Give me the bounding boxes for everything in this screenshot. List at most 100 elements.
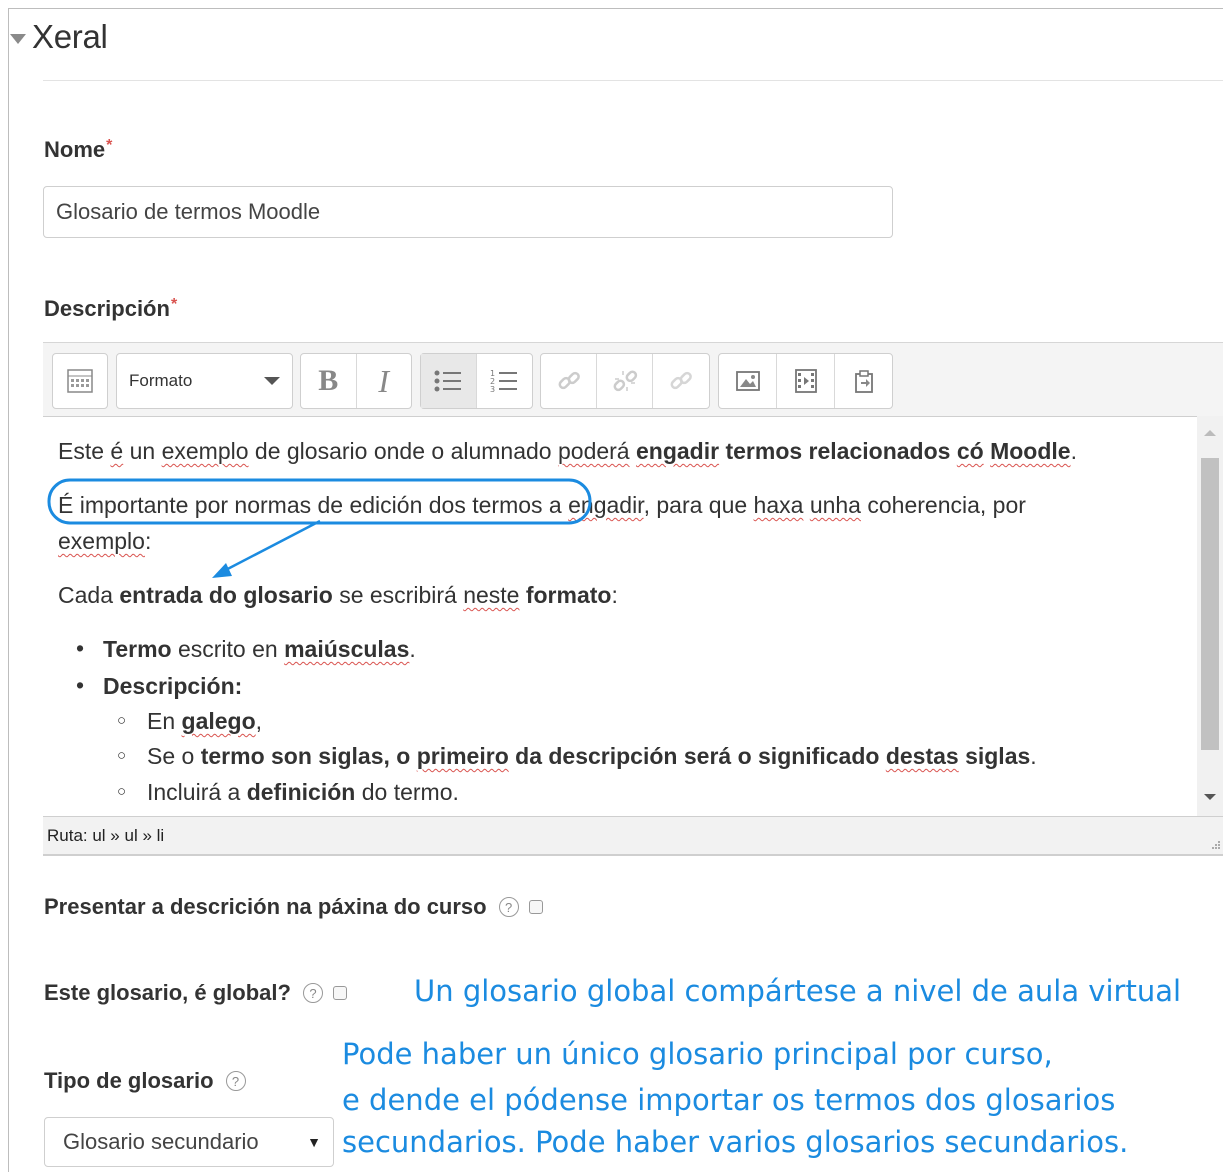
toolbar-toggle-group bbox=[52, 353, 108, 409]
manage-files-icon bbox=[854, 370, 873, 393]
editor-scrollbar[interactable] bbox=[1197, 416, 1223, 816]
editor-toolbar: Formato B I 123 bbox=[43, 342, 1223, 416]
media-icon bbox=[794, 369, 817, 393]
text-run: . bbox=[1070, 438, 1077, 464]
text-run: maiúsculas bbox=[284, 636, 410, 662]
text-run: É importante por normas de edición dos t… bbox=[58, 492, 543, 518]
global-glossary-checkbox[interactable] bbox=[332, 986, 347, 1000]
scroll-down-arrow-icon[interactable] bbox=[1204, 794, 1216, 800]
text-run: . bbox=[1030, 743, 1037, 769]
required-marker: * bbox=[170, 296, 178, 313]
resize-handle-icon[interactable] bbox=[1209, 840, 1221, 852]
unordered-list-icon bbox=[434, 370, 462, 392]
list-item: Termo escrito en maiúsculas. bbox=[103, 632, 416, 666]
list-group: 123 bbox=[420, 353, 533, 409]
text-run: exemplo bbox=[58, 528, 145, 554]
unordered-list-button[interactable] bbox=[421, 354, 477, 408]
show-description-label: Presentar a descrición na páxina do curs… bbox=[44, 894, 487, 919]
italic-button[interactable]: I bbox=[357, 354, 412, 408]
scroll-up-arrow-icon[interactable] bbox=[1204, 430, 1216, 436]
text-run: En bbox=[147, 708, 182, 734]
element-path-bar: Ruta: ul » ul » li bbox=[43, 816, 1223, 856]
section-header-general[interactable]: Xeral bbox=[10, 18, 108, 56]
list-item: Se o termo son siglas, o primeiro da des… bbox=[147, 739, 1037, 773]
link-icon bbox=[558, 371, 580, 390]
insert-image-button[interactable] bbox=[719, 354, 777, 408]
glossary-type-selected: Glosario secundario bbox=[63, 1129, 259, 1154]
text-run: Se o bbox=[147, 743, 201, 769]
ordered-list-button[interactable]: 123 bbox=[477, 354, 533, 408]
text-run: Termo bbox=[103, 636, 172, 662]
text-run: un bbox=[123, 438, 162, 464]
bullet-circle: ○ bbox=[117, 747, 127, 764]
bullet-disc: • bbox=[76, 635, 85, 661]
image-icon bbox=[735, 371, 760, 391]
text-run: galego bbox=[181, 708, 256, 734]
toolbar-toggle-icon bbox=[67, 369, 93, 393]
italic-icon: I bbox=[378, 362, 390, 399]
manage-files-button[interactable] bbox=[835, 354, 892, 408]
text-run: : bbox=[611, 582, 618, 608]
list-item: Descripción: bbox=[103, 669, 242, 703]
help-icon[interactable]: ? bbox=[225, 1071, 246, 1091]
bullet-circle: ○ bbox=[117, 712, 127, 729]
help-icon[interactable]: ? bbox=[498, 897, 519, 917]
text-run: termo son siglas, o bbox=[200, 743, 417, 769]
name-label-text: Nome bbox=[44, 137, 106, 162]
text-run: do termo. bbox=[355, 779, 459, 805]
text-run: siglas bbox=[958, 743, 1031, 769]
ordered-list-icon: 123 bbox=[490, 369, 518, 394]
text-run: coherencia, por bbox=[860, 492, 1026, 518]
text-run: entrada do glosario bbox=[119, 582, 333, 608]
glossary-type-note-line-3: secundarios. Pode haber varios glosarios… bbox=[342, 1125, 1129, 1159]
bold-icon: B bbox=[318, 364, 339, 397]
description-label-text: Descripción bbox=[44, 296, 170, 321]
text-run: de glosario onde o alumnado bbox=[248, 438, 558, 464]
toolbar-toggle-button[interactable] bbox=[53, 354, 107, 408]
dropdown-arrow-icon: ▼ bbox=[307, 1134, 321, 1150]
unlink-button[interactable] bbox=[597, 354, 653, 408]
text-run: da descripción será o significado bbox=[508, 743, 886, 769]
show-description-checkbox[interactable] bbox=[528, 900, 543, 914]
name-input[interactable] bbox=[43, 186, 893, 238]
scrollbar-thumb[interactable] bbox=[1201, 458, 1219, 750]
help-icon[interactable]: ? bbox=[302, 983, 323, 1003]
global-glossary-label: Este glosario, é global? bbox=[44, 980, 291, 1005]
bullet-disc: • bbox=[76, 672, 85, 698]
bullet-circle: ○ bbox=[117, 783, 127, 800]
description-label: Descripción* bbox=[44, 296, 177, 322]
text-run: có bbox=[956, 438, 984, 464]
text-run: . bbox=[409, 636, 416, 662]
text-run: haxa bbox=[753, 492, 804, 518]
collapse-caret-icon[interactable] bbox=[10, 34, 26, 44]
text-run: unha bbox=[809, 492, 861, 518]
text-run: Incluirá a bbox=[147, 779, 247, 805]
text-run: definición bbox=[246, 779, 356, 805]
format-dropdown[interactable]: Formato bbox=[117, 354, 292, 408]
link-button[interactable] bbox=[541, 354, 597, 408]
text-run: é bbox=[110, 438, 124, 464]
text-run: Moodle bbox=[990, 438, 1071, 464]
section-divider bbox=[43, 80, 1223, 81]
required-marker: * bbox=[106, 137, 113, 154]
bold-button[interactable]: B bbox=[301, 354, 357, 408]
section-title: Xeral bbox=[32, 18, 108, 55]
glossary-type-note-line-1: Pode haber un único glosario principal p… bbox=[342, 1037, 1053, 1071]
text-run: termos relacionados bbox=[719, 438, 957, 464]
text-run: neste bbox=[463, 582, 520, 608]
text-run: destas bbox=[885, 743, 959, 769]
paragraph-3: Cada entrada do glosario se escribirá ne… bbox=[58, 578, 618, 612]
paragraph-2: É importante por normas de edición dos t… bbox=[58, 488, 1026, 522]
text-run: , para que bbox=[643, 492, 754, 518]
editor-content-area[interactable]: Este é un exemplo de glosario onde o alu… bbox=[43, 416, 1223, 816]
global-glossary-note: Un glosario global compártese a nivel de… bbox=[414, 974, 1182, 1008]
format-dropdown-label: Formato bbox=[129, 371, 193, 390]
text-run: engadir bbox=[568, 492, 644, 518]
link-group bbox=[540, 353, 710, 409]
insert-media-button[interactable] bbox=[777, 354, 835, 408]
auto-link-button[interactable] bbox=[653, 354, 709, 408]
global-glossary-row: Este glosario, é global? ? bbox=[44, 980, 347, 1006]
glossary-type-select[interactable]: Glosario secundario ▼ bbox=[44, 1117, 334, 1167]
description-editor: Formato B I 123 Este é un exemplo de glo… bbox=[43, 342, 1223, 856]
paragraph-1: Este é un exemplo de glosario onde o alu… bbox=[58, 434, 1077, 468]
